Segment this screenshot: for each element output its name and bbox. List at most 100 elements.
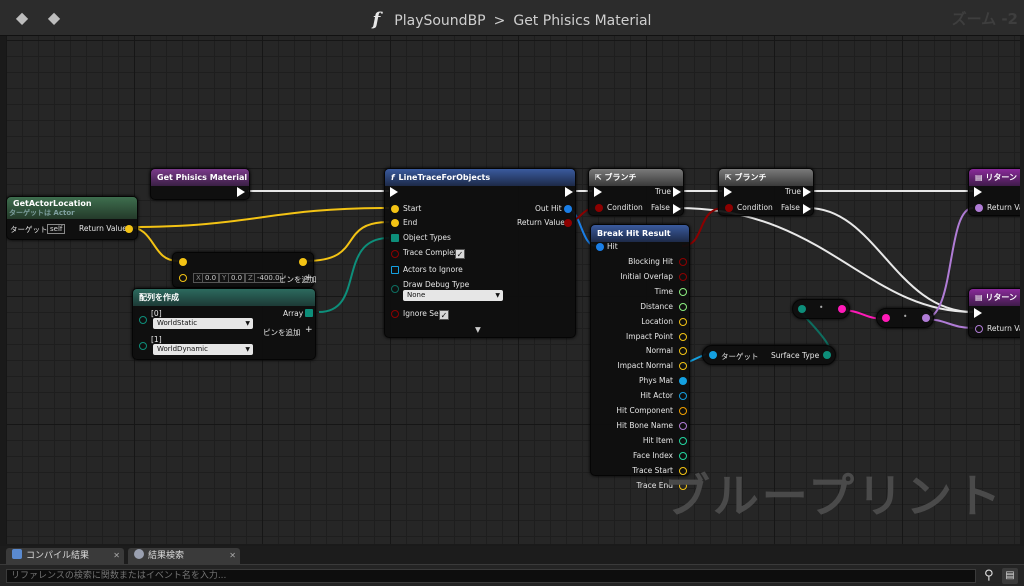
self-value[interactable]: self [47,224,66,234]
exec-out-pin[interactable] [565,187,573,197]
item1-index: [1] [151,335,162,344]
hit-output-pin[interactable] [679,436,687,445]
hit-output-pin[interactable] [679,347,687,356]
expand-arrow-icon[interactable]: ▼ [475,325,481,334]
name-out-pin[interactable] [922,314,930,322]
trace-complex-pin[interactable] [391,250,399,258]
condition-pin[interactable] [725,204,733,212]
return-node-2[interactable]: ▤ リターン Return Val [968,288,1020,338]
return-value-pin[interactable] [975,204,983,212]
add-vector-node[interactable]: X 0.0 Y 0.0 Z -400.0 ピンを追加 + [172,252,317,288]
condition-pin[interactable] [595,204,603,212]
object-types-pin[interactable] [391,234,399,242]
return-value-pin[interactable] [564,219,572,227]
ignore-self-checkbox[interactable]: ✓ [439,310,449,320]
search-icon[interactable]: ⚲ [984,568,994,583]
get-surface-type-node[interactable]: ターゲット Surface Type [702,345,836,365]
break-hit-result-node[interactable]: Break Hit Result Hit Blocking Hit Initial… [590,224,690,490]
hit-output-pin[interactable] [679,317,687,326]
graph-canvas[interactable]: Get Phisics Material GetActorLocation ター… [6,36,1020,544]
item0-dropdown[interactable]: WorldStatic [153,318,253,329]
end-pin[interactable] [391,219,399,227]
add-pin-label[interactable]: ピンを追加 [263,327,301,338]
hit-output-pin[interactable] [679,302,687,311]
exec-in-pin[interactable] [390,187,398,197]
close-icon[interactable]: ✕ [229,548,236,564]
exec-out-pin[interactable] [237,187,245,197]
add-pin-plus-icon[interactable]: + [305,325,313,335]
draw-debug-dropdown[interactable]: None [403,290,503,301]
get-actor-location-node[interactable]: GetActorLocation ターゲットは Actor ターゲット self… [6,196,138,240]
hit-label: Hit [607,242,618,251]
find-options-icon[interactable]: ▤ [1002,568,1018,584]
true-exec-pin[interactable] [803,187,811,197]
node-title: f LineTraceForObjects [385,169,575,186]
true-exec-pin[interactable] [673,187,681,197]
false-exec-pin[interactable] [673,204,681,214]
tab-label: コンパイル結果 [26,551,90,561]
return-value-label: Return Value [79,224,127,233]
vector-out-pin[interactable] [299,258,307,266]
enum-conversion-node[interactable]: • [792,299,850,319]
byte-conversion-node[interactable]: • [876,308,934,328]
hit-output-pin[interactable] [679,407,687,415]
return-value-pin[interactable] [975,325,983,333]
actors-to-ignore-label: Actors to Ignore [403,265,463,274]
node-title-text: LineTraceForObjects [398,173,491,182]
add-pin-plus-icon[interactable]: + [305,273,313,283]
exec-in-pin[interactable] [594,187,602,197]
vector-wire [127,207,390,228]
exec-in-pin[interactable] [974,308,982,318]
out-hit-label: Out Hit [535,204,562,213]
search-input[interactable] [6,569,976,583]
breadcrumb-blueprint[interactable]: PlaySoundBP [394,13,485,29]
item1-dropdown[interactable]: WorldDynamic [153,344,253,355]
actors-to-ignore-pin[interactable] [391,266,399,274]
branch-node-1[interactable]: ⇱ ブランチ Condition True False [588,168,684,216]
breadcrumb-function[interactable]: Get Phisics Material [513,13,651,29]
false-exec-pin[interactable] [803,204,811,214]
close-icon[interactable]: ✕ [113,548,120,564]
make-array-node[interactable]: 配列を作成 [0] WorldStatic [1] WorldDynamic A… [132,288,316,360]
hit-output-pin[interactable] [679,362,687,371]
surface-type-out-pin[interactable] [823,351,831,359]
vector-out-pin[interactable] [125,225,133,233]
line-trace-node[interactable]: f LineTraceForObjects Start End Object Ty… [384,168,576,338]
byte-out-pin[interactable] [838,305,846,313]
surface-type-label: Surface Type [771,351,820,360]
tab-find-results[interactable]: 結果検索 ✕ [128,548,240,564]
x-value[interactable]: 0.0 [202,273,220,283]
item0-pin[interactable] [139,316,147,324]
function-entry-node[interactable]: Get Phisics Material [150,168,250,200]
draw-debug-pin[interactable] [391,285,399,293]
array-out-pin[interactable] [305,309,313,317]
item1-pin[interactable] [139,342,147,350]
enum-in-pin[interactable] [798,305,806,313]
ignore-self-pin[interactable] [391,310,399,318]
hit-output-pin[interactable] [679,287,687,296]
exec-in-pin[interactable] [974,187,982,197]
hit-in-pin[interactable] [596,243,604,251]
byte-in-pin[interactable] [882,314,890,322]
target-pin[interactable] [709,351,717,359]
hit-output-pin[interactable] [679,332,687,341]
hit-output-pin[interactable] [679,421,687,430]
hit-output-pin[interactable] [679,258,687,266]
tab-compiler-results[interactable]: コンパイル結果 ✕ [6,548,124,564]
hit-output-pin[interactable] [679,377,687,386]
start-pin[interactable] [391,205,399,213]
hit-output-label: Face Index [633,450,673,460]
vector-in-pin-b[interactable] [179,274,187,282]
hit-output-pin[interactable] [679,272,687,281]
branch-node-2[interactable]: ⇱ ブランチ Condition True False [718,168,814,216]
return-value-label: Return Val [987,203,1020,212]
out-hit-pin[interactable] [564,205,572,213]
trace-complex-checkbox[interactable]: ✓ [455,249,465,259]
return-node-1[interactable]: ▤ リターン Return Val [968,168,1020,216]
node-title: 配列を作成 [133,289,315,306]
exec-in-pin[interactable] [724,187,732,197]
hit-output-pin[interactable] [679,392,687,401]
y-value[interactable]: 0.0 [228,273,246,283]
vector-in-pin-a[interactable] [179,258,187,266]
hit-output-pin[interactable] [679,451,687,460]
